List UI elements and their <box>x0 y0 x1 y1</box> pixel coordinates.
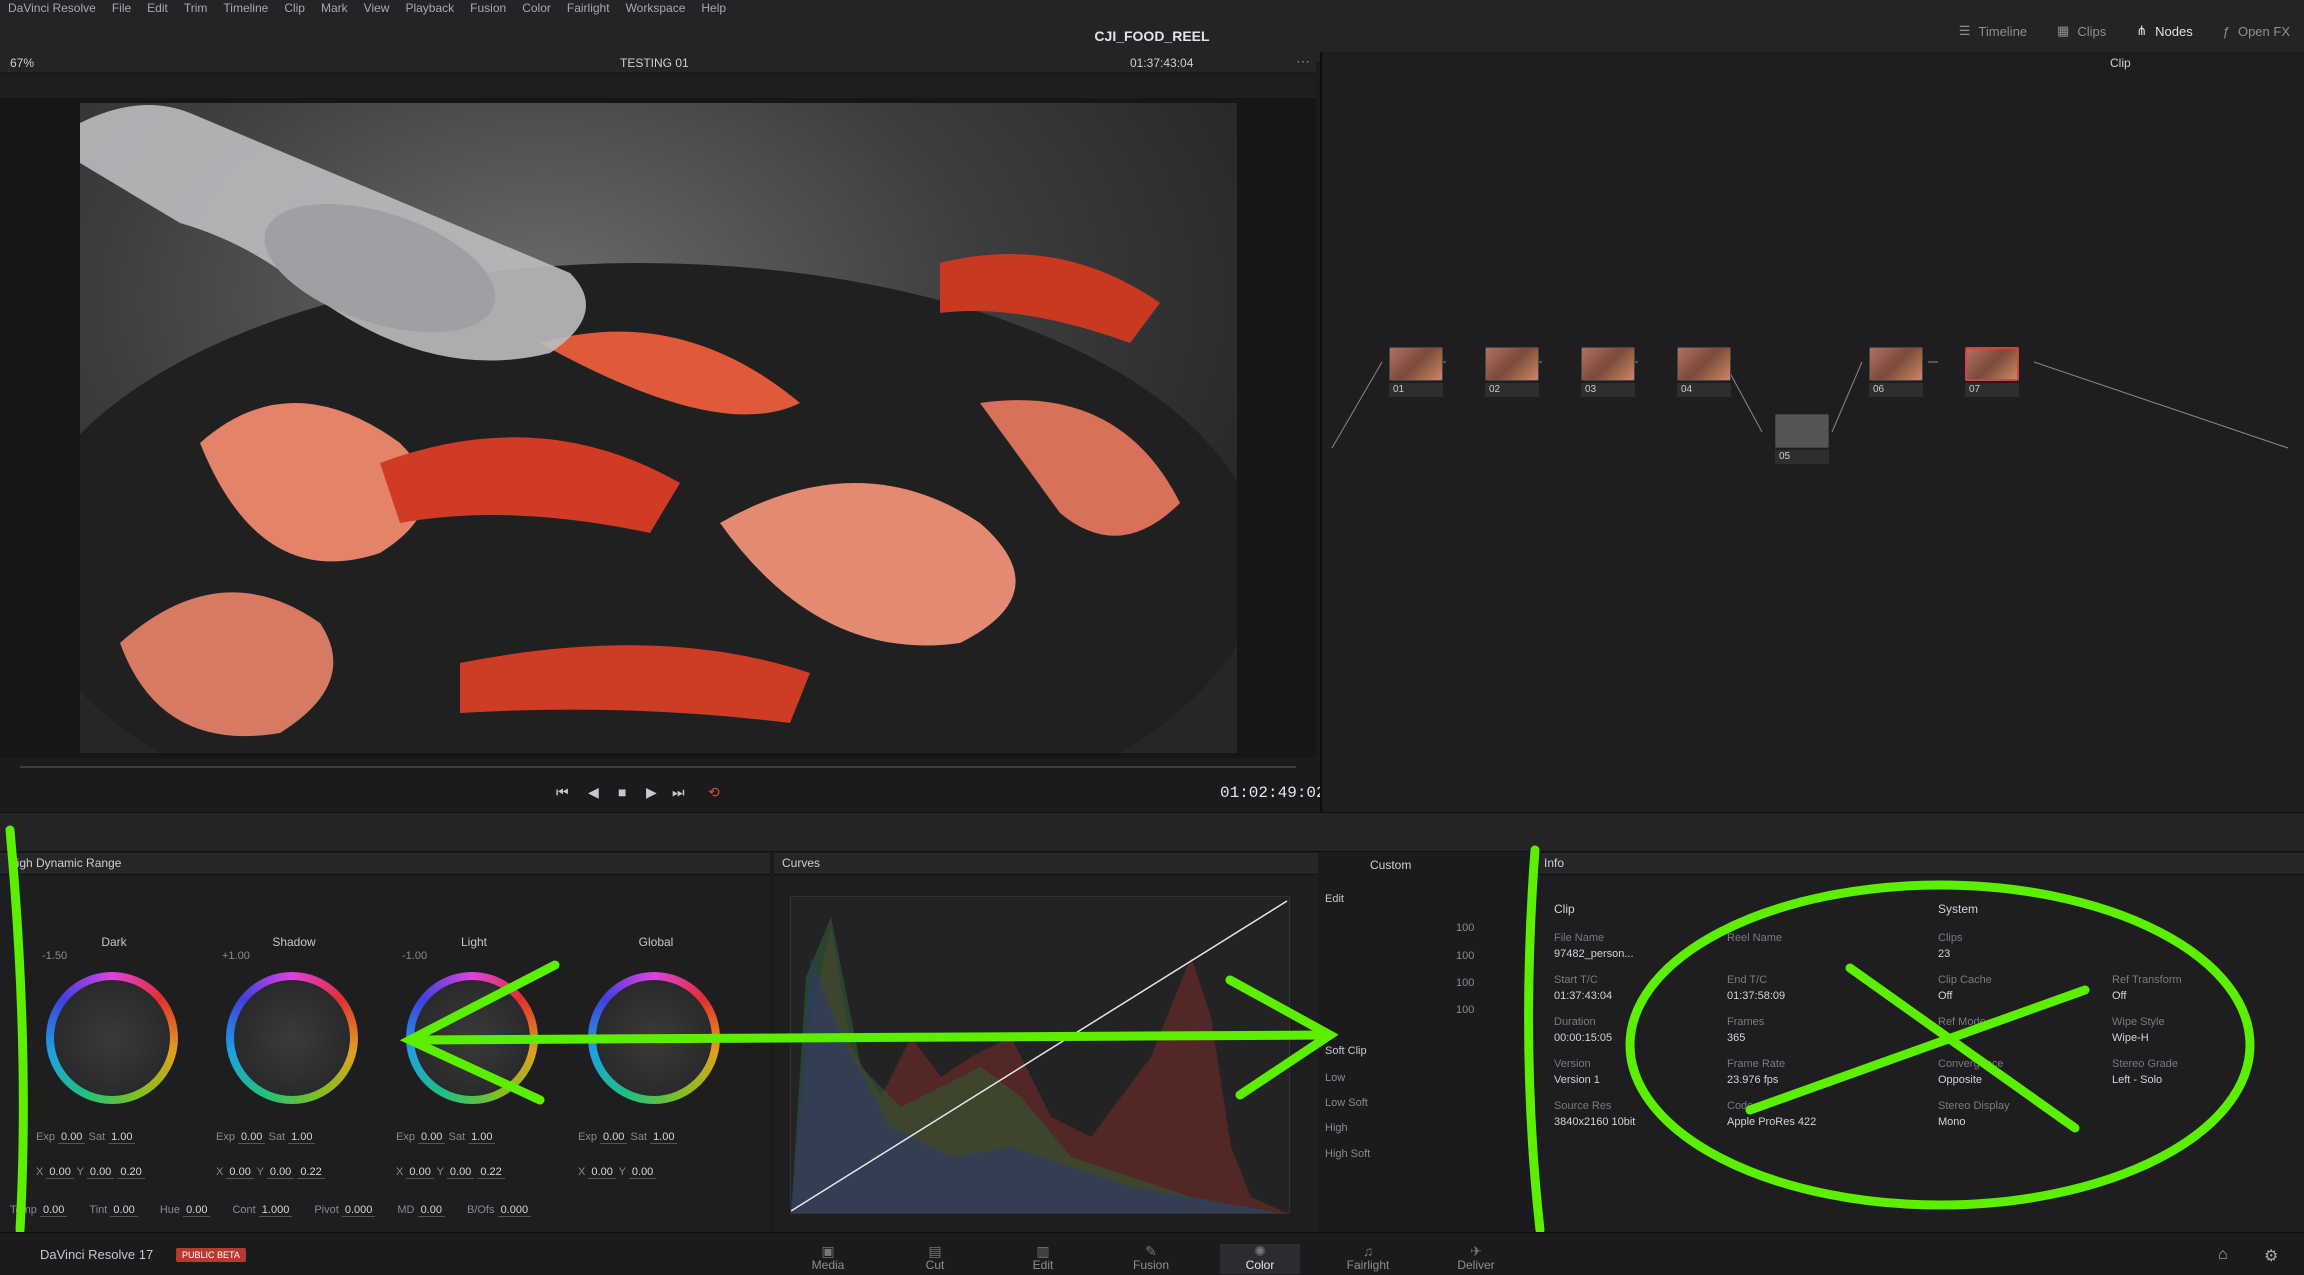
edit-icon: ▥ <box>1036 1243 1050 1259</box>
media-icon: ▣ <box>821 1243 835 1259</box>
fairlight-icon: ♫ <box>1362 1243 1374 1259</box>
beta-badge: PUBLIC BETA <box>176 1248 246 1262</box>
page-media[interactable]: ▣ Media <box>788 1244 868 1272</box>
page-label: Fusion <box>1132 1258 1170 1272</box>
page-label: Deliver <box>1457 1258 1495 1272</box>
page-label: Fairlight <box>1346 1258 1390 1272</box>
page-color[interactable]: ✺ Color <box>1220 1244 1300 1274</box>
page-label: Edit <box>1032 1258 1054 1272</box>
annotation-divider-line <box>1524 845 1545 1235</box>
annotation-left-line <box>5 825 28 1235</box>
page-label: Cut <box>925 1258 945 1272</box>
annotation-cross-b <box>1745 985 2090 1115</box>
annotation-overlay <box>5 825 2255 1235</box>
page-cut[interactable]: ▤ Cut <box>895 1244 975 1272</box>
home-icon[interactable]: ⌂ <box>2218 1246 2228 1264</box>
page-edit[interactable]: ▥ Edit <box>1003 1244 1083 1272</box>
app-version: DaVinci Resolve 17 <box>40 1247 154 1262</box>
page-label: Color <box>1245 1258 1275 1272</box>
page-fairlight[interactable]: ♫ Fairlight <box>1328 1244 1408 1272</box>
color-icon: ✺ <box>1254 1243 1266 1259</box>
annotation-arrow-shaft <box>405 1030 1335 1045</box>
deliver-icon: ✈ <box>1470 1243 1482 1259</box>
annotation-arrow-left-head <box>399 960 560 1105</box>
page-fusion[interactable]: ✎ Fusion <box>1111 1244 1191 1272</box>
page-label: Media <box>811 1258 845 1272</box>
gear-icon[interactable]: ⚙ <box>2264 1246 2278 1266</box>
page-deliver[interactable]: ✈ Deliver <box>1436 1244 1516 1272</box>
annotation-cross-a <box>1845 963 2080 1133</box>
fusion-icon: ✎ <box>1145 1243 1157 1259</box>
cut-icon: ▤ <box>928 1243 942 1259</box>
